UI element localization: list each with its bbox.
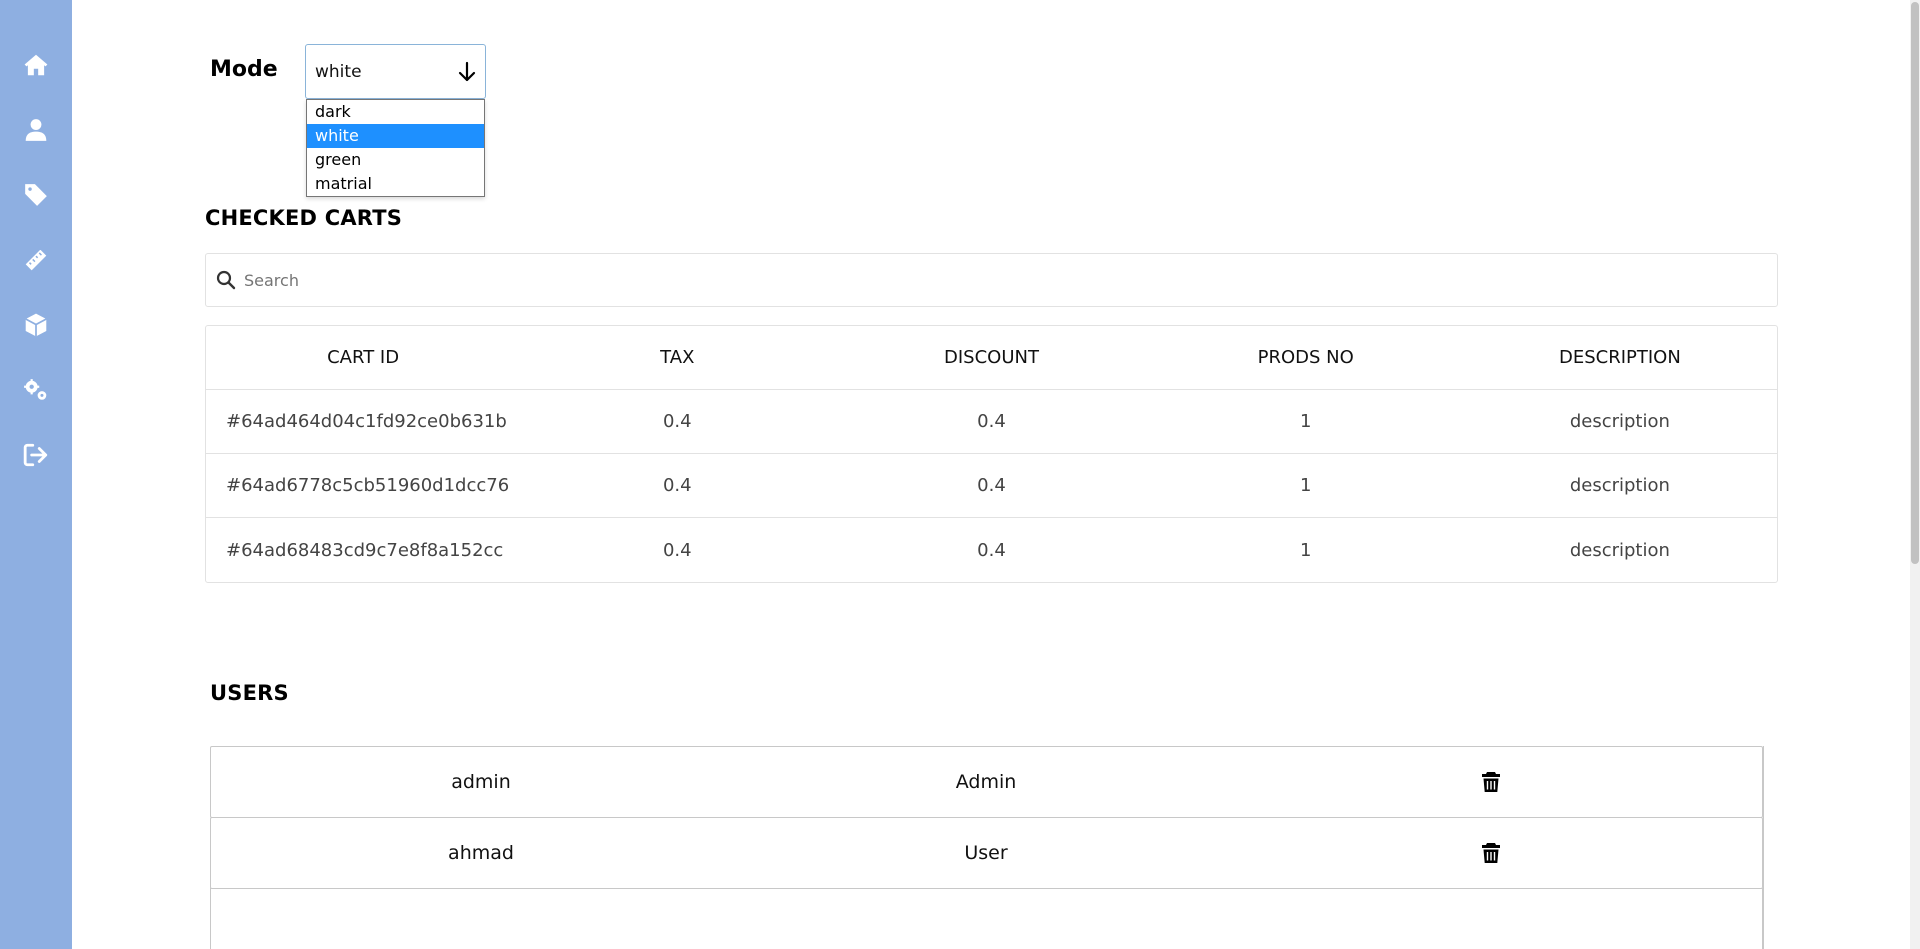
description-cell: description: [1569, 475, 1670, 496]
mode-option-green[interactable]: green: [307, 148, 484, 172]
search-icon: [216, 270, 236, 290]
prods-no-cell: 1: [1299, 539, 1312, 561]
sidebar: [0, 0, 72, 949]
sidebar-item-measure[interactable]: [0, 238, 72, 282]
users-section-title: USERS: [210, 681, 289, 705]
mode-selected-value: white: [315, 61, 362, 82]
ruler-icon: [23, 247, 49, 273]
sidebar-item-users[interactable]: [0, 108, 72, 152]
column-header-description[interactable]: DESCRIPTION: [1463, 347, 1777, 368]
table-row[interactable]: #64ad464d04c1fd92ce0b631b 0.4 0.4 1 desc…: [206, 390, 1777, 454]
delete-user-button[interactable]: [1221, 771, 1761, 793]
table-row[interactable]: #64ad6778c5cb51960d1dcc76 0.4 0.4 1 desc…: [206, 454, 1777, 518]
description-cell: description: [1569, 539, 1670, 561]
mode-label: Mode: [210, 57, 278, 82]
discount-cell: 0.4: [977, 475, 1006, 496]
main-content: Mode white dark white green matrial CHEC…: [72, 0, 1910, 949]
user-icon: [25, 119, 47, 141]
carts-search-input[interactable]: [244, 270, 1644, 290]
delete-user-button[interactable]: [1221, 842, 1761, 864]
mode-option-dark[interactable]: dark: [307, 100, 484, 124]
tax-cell: 0.4: [662, 539, 692, 561]
users-table-scrollbar[interactable]: [1763, 746, 1771, 949]
carts-table-header: CART ID TAX DISCOUNT PRODS NO DESCRIPTIO…: [206, 326, 1777, 390]
users-table: admin Admin ahmad User: [210, 746, 1770, 949]
box-icon: [25, 313, 47, 337]
role-cell: Admin: [955, 771, 1017, 793]
column-header-discount[interactable]: DISCOUNT: [834, 347, 1148, 368]
sidebar-item-tags[interactable]: [0, 173, 72, 217]
table-row[interactable]: admin Admin: [210, 746, 1763, 818]
column-header-cart-id[interactable]: CART ID: [206, 347, 520, 368]
tax-cell: 0.4: [662, 475, 692, 496]
column-header-tax[interactable]: TAX: [520, 347, 834, 368]
cart-id-cell: #64ad464d04c1fd92ce0b631b: [226, 411, 507, 432]
page-scrollbar[interactable]: [1910, 0, 1920, 949]
page-scrollbar-thumb[interactable]: [1911, 2, 1919, 564]
mode-option-matrial[interactable]: matrial: [307, 172, 484, 196]
mode-option-white[interactable]: white: [307, 124, 484, 148]
table-row[interactable]: ahmad User: [210, 817, 1763, 889]
discount-cell: 0.4: [977, 539, 1006, 561]
sidebar-item-products[interactable]: [0, 303, 72, 347]
logout-icon: [23, 443, 48, 467]
table-row[interactable]: #64ad68483cd9c7e8f8a152cc 0.4 0.4 1 desc…: [206, 518, 1777, 582]
carts-section-title: CHECKED CARTS: [205, 206, 403, 230]
sidebar-item-logout[interactable]: [0, 433, 72, 477]
trash-icon: [1482, 843, 1500, 863]
username-cell: admin: [451, 771, 511, 793]
gears-icon: [24, 379, 47, 400]
arrow-down-icon: [458, 61, 476, 82]
column-header-prods-no[interactable]: PRODS NO: [1149, 347, 1463, 368]
cart-id-cell: #64ad68483cd9c7e8f8a152cc: [226, 539, 504, 561]
tag-icon: [25, 184, 47, 206]
sidebar-item-home[interactable]: [0, 43, 72, 87]
tax-cell: 0.4: [662, 411, 692, 432]
role-cell: User: [964, 842, 1008, 864]
prods-no-cell: 1: [1299, 475, 1312, 496]
description-cell: description: [1569, 411, 1670, 432]
prods-no-cell: 1: [1299, 411, 1312, 432]
discount-cell: 0.4: [977, 411, 1006, 432]
carts-search-box: [205, 253, 1778, 307]
username-cell: ahmad: [448, 842, 514, 864]
sidebar-item-settings[interactable]: [0, 368, 72, 412]
home-icon: [24, 54, 48, 76]
mode-select[interactable]: white: [305, 44, 486, 99]
trash-icon: [1482, 772, 1500, 792]
carts-table: CART ID TAX DISCOUNT PRODS NO DESCRIPTIO…: [205, 325, 1778, 583]
users-table-empty-area: [210, 888, 1763, 949]
cart-id-cell: #64ad6778c5cb51960d1dcc76: [226, 475, 510, 496]
mode-options-list: dark white green matrial: [306, 99, 485, 197]
